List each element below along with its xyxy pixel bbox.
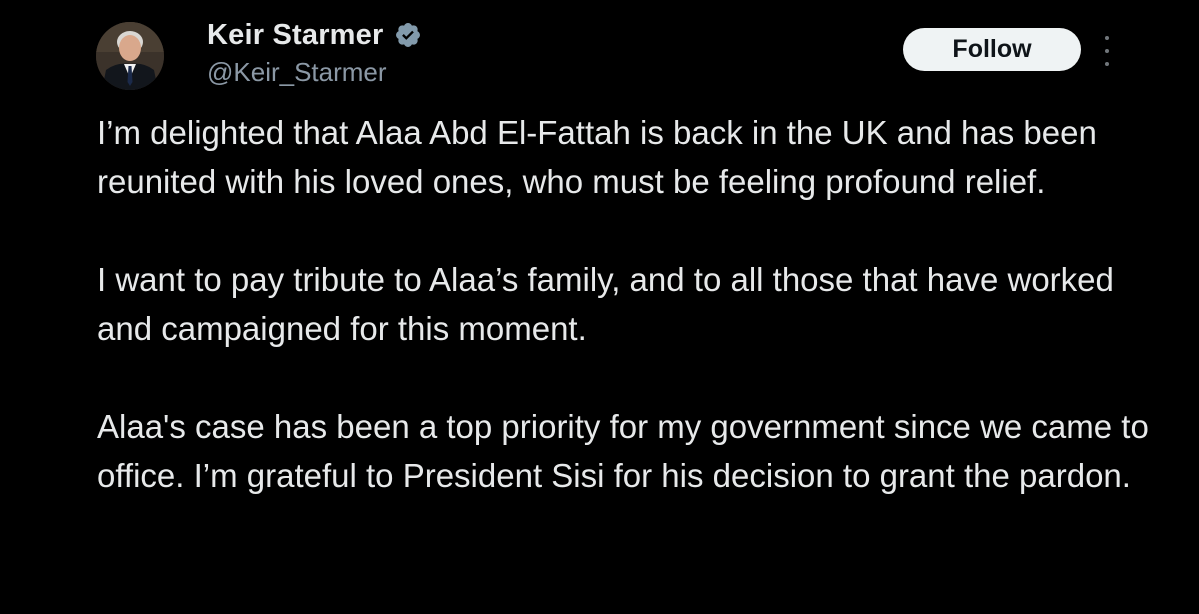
author-display-name[interactable]: Keir Starmer bbox=[207, 18, 384, 52]
more-dot bbox=[1105, 49, 1109, 53]
avatar[interactable] bbox=[96, 22, 164, 90]
avatar-photo-icon bbox=[96, 22, 164, 90]
more-dot bbox=[1105, 36, 1109, 40]
tweet-paragraph-2: I want to pay tribute to Alaa’s family, … bbox=[97, 261, 1114, 347]
author-name-row: Keir Starmer bbox=[207, 18, 422, 52]
tweet-paragraph-3: Alaa's case has been a top priority for … bbox=[97, 408, 1149, 494]
more-dot bbox=[1105, 62, 1109, 66]
author-handle[interactable]: @Keir_Starmer bbox=[207, 56, 387, 88]
tweet-text: I’m delighted that Alaa Abd El-Fattah is… bbox=[97, 108, 1177, 549]
follow-button[interactable]: Follow bbox=[903, 28, 1081, 71]
tweet-paragraph-1: I’m delighted that Alaa Abd El-Fattah is… bbox=[97, 114, 1097, 200]
tweet-card: Keir Starmer @Keir_Starmer Follow I’m de… bbox=[0, 0, 1199, 614]
verified-badge-icon[interactable] bbox=[394, 21, 422, 49]
more-vertical-icon[interactable] bbox=[1098, 36, 1116, 66]
